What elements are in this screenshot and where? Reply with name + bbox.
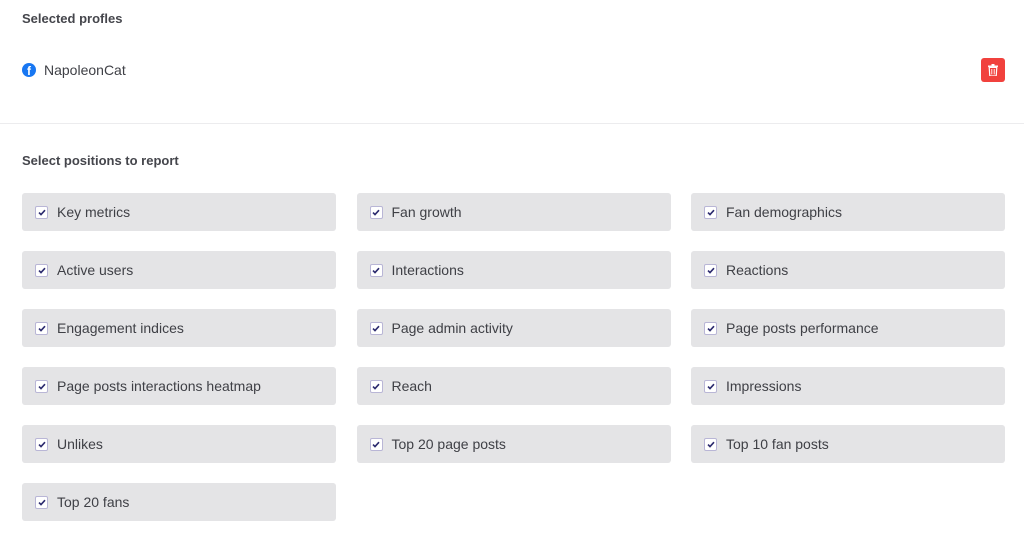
checkmark-icon bbox=[37, 383, 46, 390]
position-label: Top 10 fan posts bbox=[726, 436, 829, 452]
position-label: Reactions bbox=[726, 262, 789, 278]
position-label: Unlikes bbox=[57, 436, 103, 452]
checkmark-icon bbox=[37, 209, 46, 216]
checkmark-icon bbox=[372, 267, 380, 274]
checkmark-icon bbox=[37, 267, 46, 274]
position-label: Impressions bbox=[726, 378, 802, 394]
position-checkbox[interactable] bbox=[704, 263, 717, 277]
position-label: Fan growth bbox=[391, 204, 462, 220]
position-option[interactable]: Fan demographics bbox=[691, 193, 1005, 231]
position-label: Page posts interactions heatmap bbox=[57, 378, 261, 394]
selected-profiles-heading: Selected profles bbox=[22, 11, 123, 26]
position-checkbox[interactable] bbox=[369, 379, 383, 393]
position-label: Page posts performance bbox=[726, 320, 879, 336]
position-checkbox[interactable] bbox=[704, 321, 717, 335]
position-option[interactable]: Top 10 fan posts bbox=[691, 425, 1005, 463]
position-option[interactable]: Reach bbox=[356, 367, 671, 405]
positions-grid: Key metrics Fan growth Fan demographics Act… bbox=[22, 193, 1005, 521]
position-option[interactable]: Unlikes bbox=[22, 425, 336, 463]
checkmark-icon bbox=[37, 441, 46, 448]
checkmark-icon bbox=[706, 209, 715, 216]
position-option[interactable]: Reactions bbox=[691, 251, 1005, 289]
position-checkbox[interactable] bbox=[35, 263, 48, 277]
position-checkbox[interactable] bbox=[35, 495, 48, 509]
checkmark-icon bbox=[372, 325, 380, 332]
position-option[interactable]: Interactions bbox=[356, 251, 671, 289]
position-label: Page admin activity bbox=[391, 320, 513, 336]
position-checkbox[interactable] bbox=[369, 263, 383, 277]
position-checkbox[interactable] bbox=[35, 437, 48, 451]
position-option[interactable]: Top 20 fans bbox=[22, 483, 336, 521]
position-checkbox[interactable] bbox=[704, 437, 717, 451]
profile-item: f NapoleonCat bbox=[22, 62, 126, 78]
position-option[interactable]: Engagement indices bbox=[22, 309, 336, 347]
checkmark-icon bbox=[372, 209, 380, 216]
position-checkbox[interactable] bbox=[369, 205, 383, 219]
position-label: Fan demographics bbox=[726, 204, 842, 220]
position-checkbox[interactable] bbox=[369, 437, 383, 451]
position-label: Reach bbox=[391, 378, 432, 394]
position-label: Top 20 fans bbox=[57, 494, 130, 510]
profile-name: NapoleonCat bbox=[44, 62, 126, 78]
position-checkbox[interactable] bbox=[704, 205, 717, 219]
position-checkbox[interactable] bbox=[369, 321, 383, 335]
position-option[interactable]: Key metrics bbox=[22, 193, 336, 231]
positions-heading: Select positions to report bbox=[22, 153, 179, 168]
position-option[interactable]: Fan growth bbox=[356, 193, 671, 231]
position-option[interactable]: Active users bbox=[22, 251, 336, 289]
position-option[interactable]: Top 20 page posts bbox=[356, 425, 671, 463]
position-label: Engagement indices bbox=[57, 320, 184, 336]
position-label: Interactions bbox=[391, 262, 464, 278]
position-option[interactable]: Page posts interactions heatmap bbox=[22, 367, 336, 405]
position-label: Active users bbox=[57, 262, 134, 278]
facebook-icon: f bbox=[22, 63, 36, 77]
position-option[interactable]: Impressions bbox=[691, 367, 1005, 405]
position-checkbox[interactable] bbox=[704, 379, 717, 393]
section-divider bbox=[0, 123, 1024, 124]
position-option[interactable]: Page posts performance bbox=[691, 309, 1005, 347]
checkmark-icon bbox=[37, 499, 46, 506]
checkmark-icon bbox=[706, 383, 715, 390]
checkmark-icon bbox=[706, 267, 715, 274]
position-label: Key metrics bbox=[57, 204, 131, 220]
trash-icon bbox=[988, 64, 998, 76]
checkmark-icon bbox=[372, 383, 380, 390]
position-label: Top 20 page posts bbox=[391, 436, 506, 452]
position-checkbox[interactable] bbox=[35, 321, 48, 335]
position-checkbox[interactable] bbox=[35, 379, 48, 393]
delete-profile-button[interactable] bbox=[981, 58, 1005, 82]
position-option[interactable]: Page admin activity bbox=[356, 309, 671, 347]
checkmark-icon bbox=[37, 325, 46, 332]
checkmark-icon bbox=[706, 325, 715, 332]
checkmark-icon bbox=[372, 441, 380, 448]
position-checkbox[interactable] bbox=[35, 205, 48, 219]
checkmark-icon bbox=[706, 441, 715, 448]
